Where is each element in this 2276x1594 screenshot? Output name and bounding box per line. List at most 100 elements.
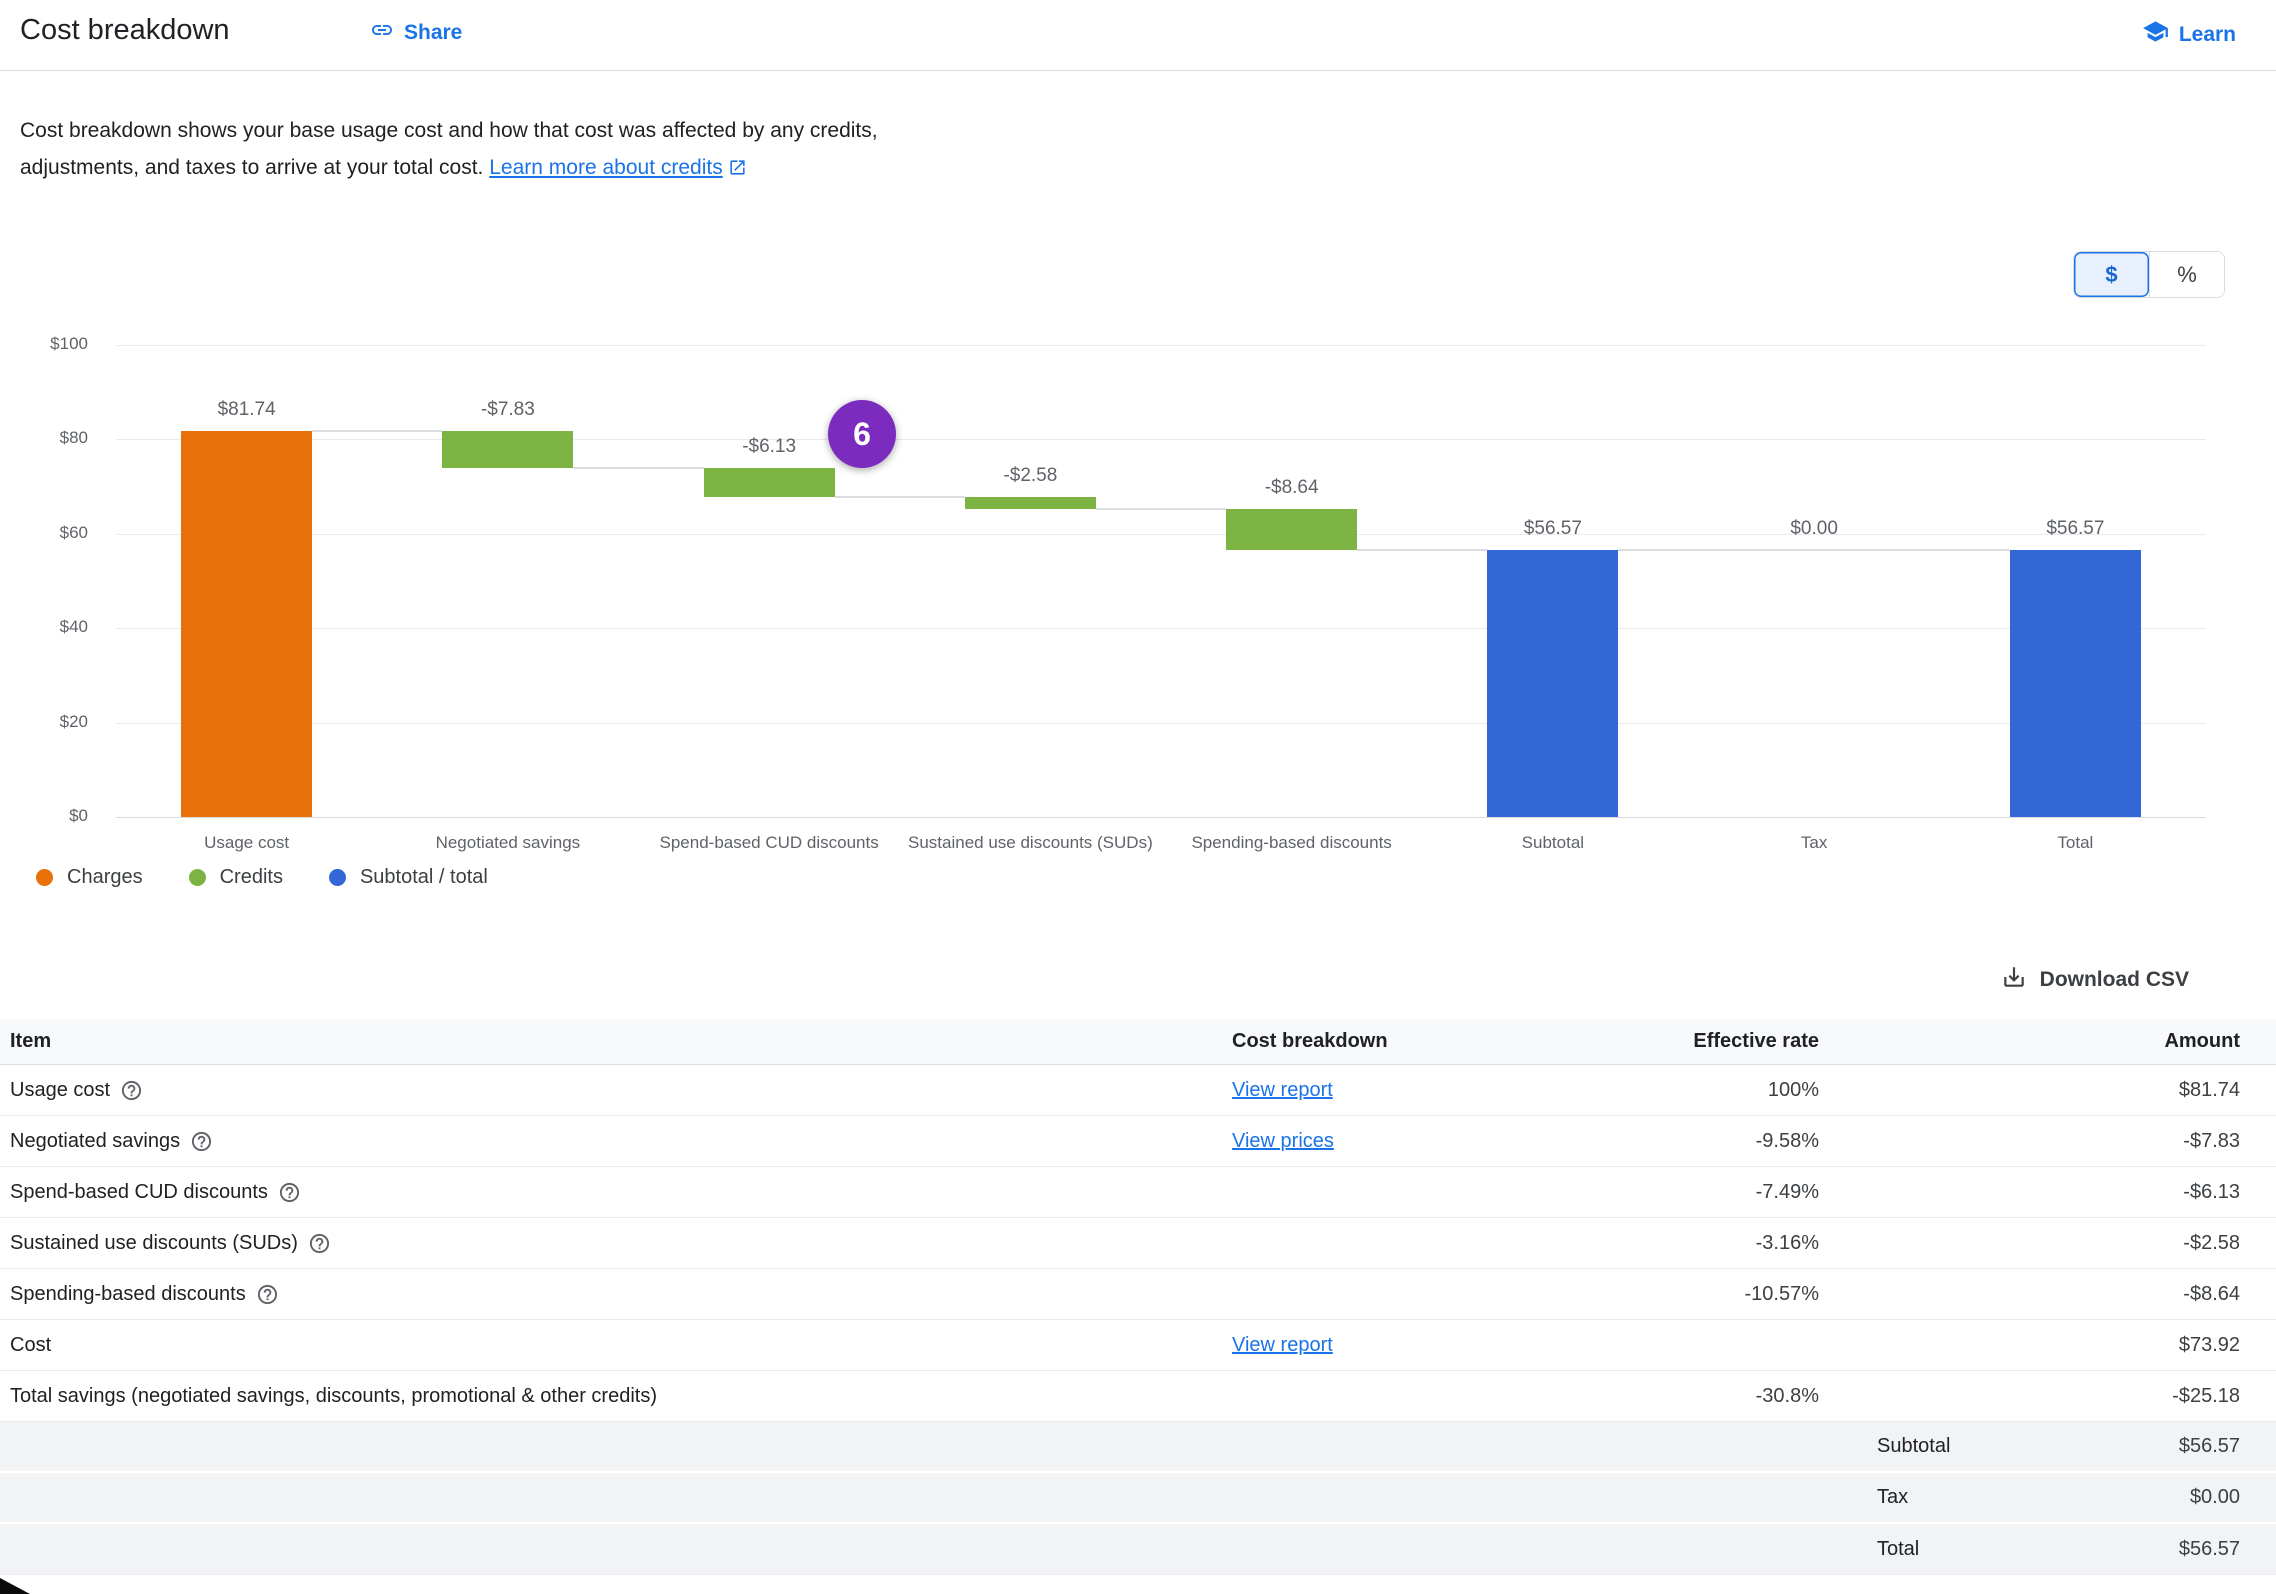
learn-button[interactable]: Learn bbox=[2142, 18, 2236, 51]
bar-total[interactable] bbox=[2010, 550, 2141, 817]
table-row: Negotiated savings View prices -9.58%-$7.8… bbox=[0, 1116, 2276, 1167]
chart-legend: Charges Credits Subtotal / total bbox=[36, 860, 488, 894]
view-link[interactable]: View prices bbox=[1232, 1130, 1334, 1152]
table-row: Spending-based discounts -10.57%-$8.64 bbox=[0, 1269, 2276, 1320]
item-label: Spending-based discounts bbox=[10, 1283, 246, 1306]
bar-subtotal[interactable] bbox=[1487, 550, 1618, 817]
gridline bbox=[116, 345, 2206, 346]
bar-value-label: $56.57 bbox=[1975, 518, 2175, 540]
col-header-effective-rate: Effective rate bbox=[1572, 1030, 1819, 1053]
legend-label: Credits bbox=[220, 866, 283, 889]
effective-rate-value: -10.57% bbox=[1572, 1283, 1819, 1306]
school-icon bbox=[2142, 18, 2169, 51]
download-csv-button[interactable]: Download CSV bbox=[2001, 964, 2189, 996]
cost-breakdown-table: Item Cost breakdown Effective rate Amoun… bbox=[0, 1019, 2276, 1575]
download-csv-label: Download CSV bbox=[2040, 968, 2189, 992]
y-axis-tick: $80 bbox=[0, 428, 88, 448]
y-axis-tick: $60 bbox=[0, 523, 88, 543]
effective-rate-value: -9.58% bbox=[1572, 1130, 1819, 1153]
help-icon[interactable] bbox=[190, 1130, 213, 1153]
summary-label: Total bbox=[1877, 1538, 1919, 1561]
bar-value-label: $0.00 bbox=[1714, 518, 1914, 540]
bar-spending-based-discounts[interactable] bbox=[1226, 509, 1357, 550]
summary-row: Tax $0.00 bbox=[0, 1473, 2276, 1524]
corner-artifact bbox=[0, 1578, 30, 1594]
x-axis-category-label: Usage cost bbox=[116, 833, 377, 853]
help-icon[interactable] bbox=[278, 1181, 301, 1204]
x-axis-category-label: Tax bbox=[1684, 833, 1945, 853]
legend-label: Subtotal / total bbox=[360, 866, 488, 889]
legend-label: Charges bbox=[67, 866, 143, 889]
effective-rate-value: 100% bbox=[1572, 1079, 1819, 1102]
bar-value-label: $81.74 bbox=[147, 399, 347, 421]
connector-line bbox=[312, 430, 442, 432]
bar-value-label: $56.57 bbox=[1453, 518, 1653, 540]
step-6-badge: 6 bbox=[828, 400, 896, 468]
item-label: Negotiated savings bbox=[10, 1130, 180, 1153]
table-row: Spend-based CUD discounts -7.49%-$6.13 bbox=[0, 1167, 2276, 1218]
help-icon[interactable] bbox=[308, 1232, 331, 1255]
dollar-toggle-button[interactable]: $ bbox=[2074, 252, 2149, 297]
view-link[interactable]: View report bbox=[1232, 1079, 1333, 1101]
effective-rate-value: -3.16% bbox=[1572, 1232, 1819, 1255]
y-axis-tick: $20 bbox=[0, 712, 88, 732]
help-icon[interactable] bbox=[120, 1079, 143, 1102]
summary-label: Tax bbox=[1877, 1486, 1908, 1509]
amount-value: -$2.58 bbox=[1819, 1232, 2240, 1255]
item-label: Spend-based CUD discounts bbox=[10, 1181, 268, 1204]
summary-amount-value: $56.57 bbox=[2179, 1435, 2240, 1458]
bar-sustained-use-discounts-suds-[interactable] bbox=[965, 497, 1096, 509]
bar-value-label: -$7.83 bbox=[408, 399, 608, 421]
bar-usage-cost[interactable] bbox=[181, 431, 312, 817]
share-label: Share bbox=[404, 21, 462, 45]
learn-label: Learn bbox=[2179, 23, 2236, 47]
legend-item: Credits bbox=[189, 860, 283, 894]
connector-line bbox=[1618, 549, 1748, 551]
item-label: Usage cost bbox=[10, 1079, 110, 1102]
legend-item: Subtotal / total bbox=[329, 860, 488, 894]
y-axis-tick: $0 bbox=[0, 806, 88, 826]
amount-value: -$25.18 bbox=[1819, 1385, 2240, 1408]
effective-rate-value: -7.49% bbox=[1572, 1181, 1819, 1204]
y-axis-tick: $100 bbox=[0, 334, 88, 354]
page-title: Cost breakdown bbox=[20, 14, 230, 47]
bar-spend-based-cud-discounts[interactable] bbox=[704, 468, 835, 497]
x-axis-category-label: Negotiated savings bbox=[377, 833, 638, 853]
summary-amount-value: $56.57 bbox=[2179, 1538, 2240, 1561]
y-axis-tick: $40 bbox=[0, 617, 88, 637]
summary-amount-value: $0.00 bbox=[2190, 1486, 2240, 1509]
connector-line bbox=[1096, 508, 1226, 510]
gridline bbox=[116, 439, 2206, 440]
x-axis-category-label: Sustained use discounts (SUDs) bbox=[900, 833, 1161, 853]
amount-value: -$7.83 bbox=[1819, 1130, 2240, 1153]
x-axis-category-label: Spend-based CUD discounts bbox=[639, 833, 900, 853]
description-text: Cost breakdown shows your base usage cos… bbox=[20, 119, 878, 179]
external-link-icon bbox=[723, 156, 747, 179]
zero-bar-line bbox=[1749, 549, 1880, 551]
legend-item: Charges bbox=[36, 860, 143, 894]
item-label: Cost bbox=[10, 1334, 51, 1357]
effective-rate-value: -30.8% bbox=[1572, 1385, 1819, 1408]
table-row: Usage costView report100%$81.74 bbox=[0, 1065, 2276, 1116]
legend-swatch bbox=[329, 869, 346, 886]
x-axis-category-label: Total bbox=[1945, 833, 2206, 853]
table-row: Sustained use discounts (SUDs)-3.16%-$2.… bbox=[0, 1218, 2276, 1269]
amount-value: -$6.13 bbox=[1819, 1181, 2240, 1204]
percent-toggle-button[interactable]: % bbox=[2149, 252, 2224, 297]
summary-row: Total $56.57 bbox=[0, 1524, 2276, 1575]
table-row: Total savings (negotiated savings, disco… bbox=[0, 1371, 2276, 1422]
bar-negotiated-savings[interactable] bbox=[442, 431, 573, 468]
share-button[interactable]: Share bbox=[370, 18, 462, 48]
amount-value: -$8.64 bbox=[1819, 1283, 2240, 1306]
view-link[interactable]: View report bbox=[1232, 1334, 1333, 1356]
page-header: Cost breakdown Share Learn bbox=[0, 0, 2276, 71]
col-header-amount: Amount bbox=[1819, 1030, 2240, 1053]
link-icon bbox=[370, 18, 394, 48]
waterfall-chart: $0 $20 $40 $60 $80 $100 $81.74 Usage cost -$7.83… bbox=[0, 300, 2276, 930]
gridline bbox=[116, 817, 2206, 818]
summary-row: Subtotal$56.57 bbox=[0, 1422, 2276, 1473]
amount-value: $73.92 bbox=[1819, 1334, 2240, 1357]
learn-more-credits-link[interactable]: Learn more about credits bbox=[489, 156, 746, 179]
table-body: Usage costView report100%$81.74Negotiate… bbox=[0, 1065, 2276, 1575]
help-icon[interactable] bbox=[256, 1283, 279, 1306]
